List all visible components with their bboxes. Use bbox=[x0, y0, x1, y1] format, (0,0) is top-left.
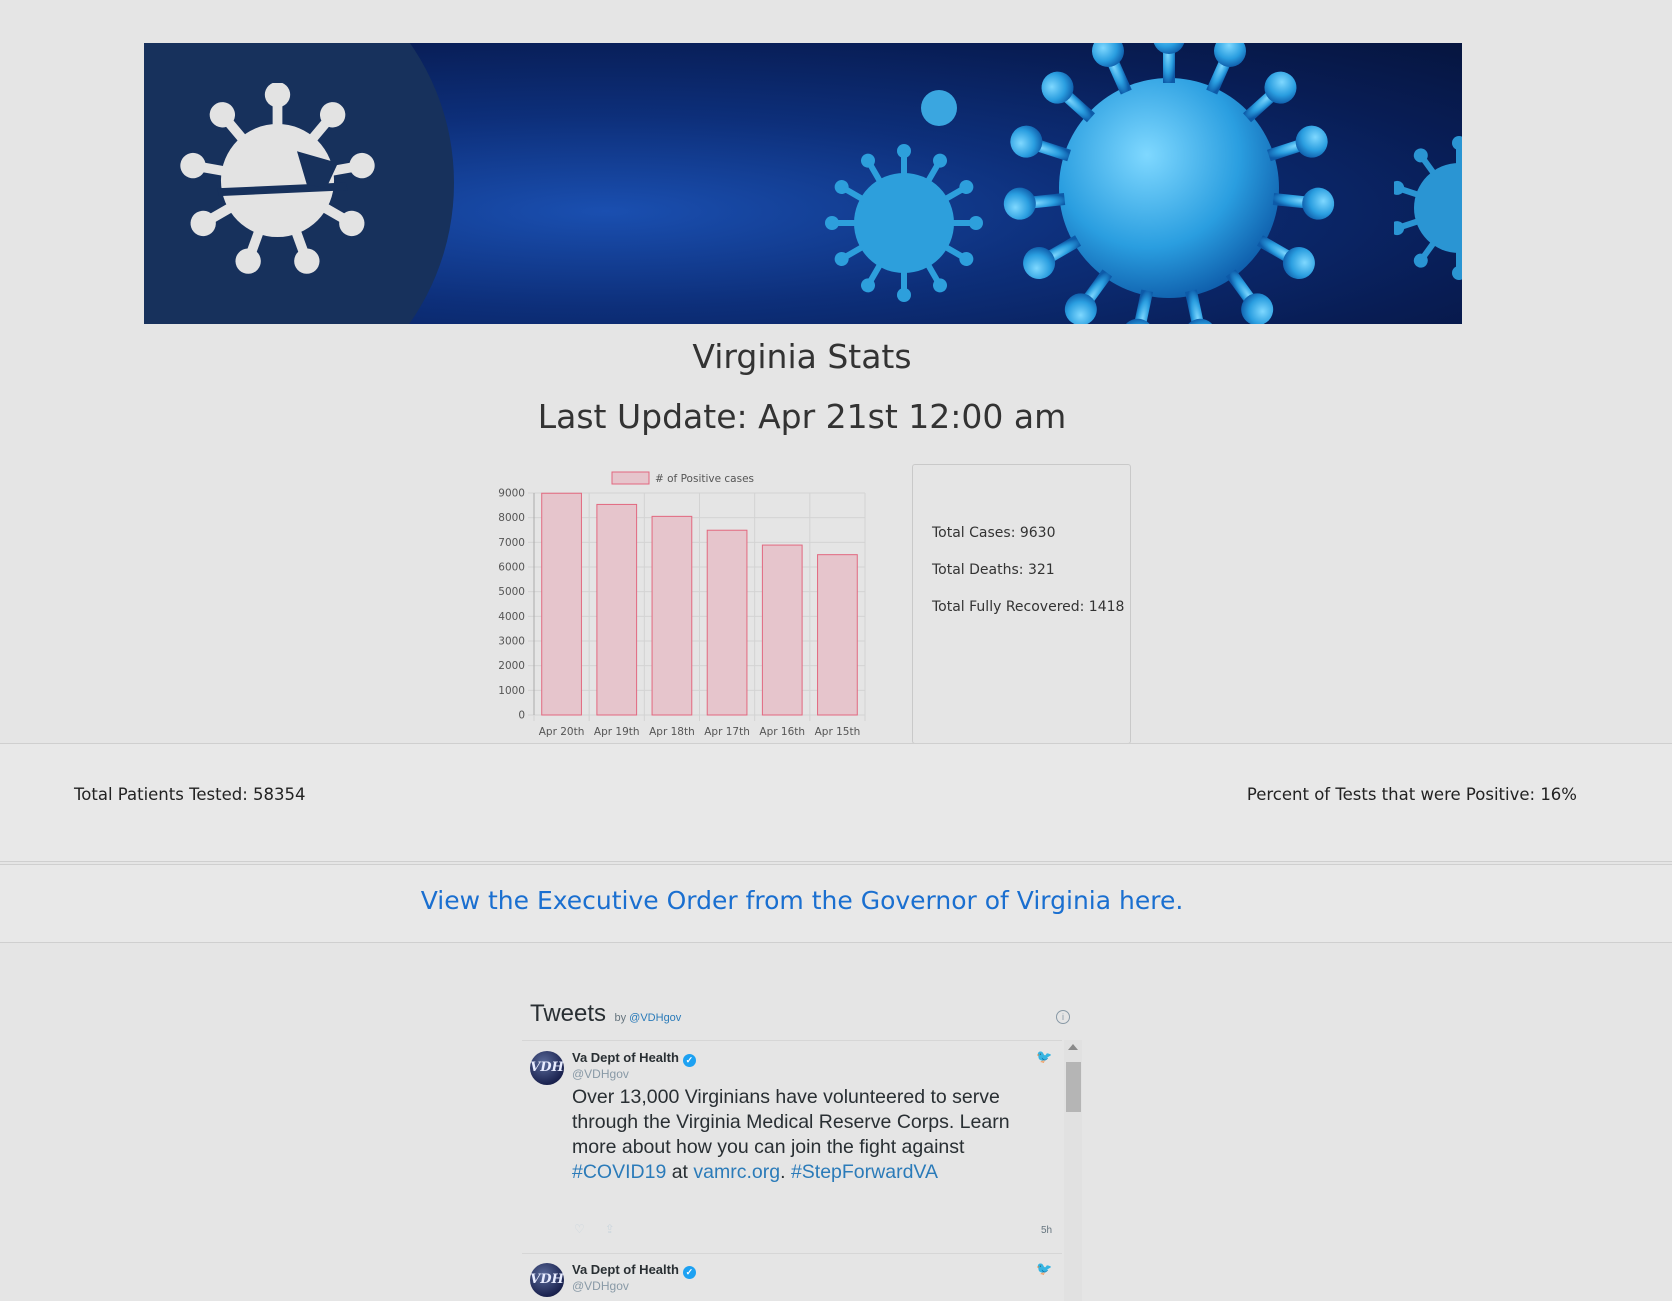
y-tick-label: 5000 bbox=[498, 586, 525, 598]
chart-y-axis: 0 1000 2000 3000 4000 5000 6000 7000 8000 9000 bbox=[498, 488, 525, 722]
percent-tests-positive: Percent of Tests that were Positive: 16% bbox=[1246, 785, 1577, 804]
tweets-by: by @VDHgov bbox=[614, 1012, 681, 1024]
header-banner bbox=[144, 43, 1462, 324]
tweets-by-label: by bbox=[614, 1012, 627, 1024]
bar bbox=[596, 503, 638, 716]
share-icon[interactable]: ⇪ bbox=[605, 1222, 615, 1236]
y-tick-label: 7000 bbox=[498, 537, 525, 549]
info-icon[interactable]: i bbox=[1056, 1010, 1070, 1024]
divider bbox=[0, 942, 1672, 943]
total-recovered: Total Fully Recovered: 1418 bbox=[932, 599, 1125, 615]
tweets-title: Tweets bbox=[530, 1000, 607, 1027]
y-tick-label: 3000 bbox=[498, 636, 525, 648]
hashtag-link[interactable]: #COVID19 bbox=[572, 1161, 666, 1183]
tweet-actions: ♡ ⇪ bbox=[574, 1222, 615, 1236]
tweets-header: Tweets by @VDHgov bbox=[530, 1000, 681, 1028]
tweet-item[interactable]: VDH Va Dept of Health ✓ @VDHgov 🐦 bbox=[522, 1253, 1062, 1301]
x-tick-label: Apr 16th bbox=[759, 726, 805, 738]
tweet-text: Over 13,000 Virginians have volunteered … bbox=[572, 1085, 1022, 1185]
tweet-text-part: Over 13,000 Virginians have volunteered … bbox=[572, 1086, 1010, 1158]
tweet-handle[interactable]: @VDHgov bbox=[572, 1067, 629, 1081]
legend-label: # of Positive cases bbox=[655, 473, 754, 485]
executive-order-link[interactable]: View the Executive Order from the Govern… bbox=[0, 886, 1604, 915]
tweets-list[interactable]: VDH Va Dept of Health ✓ @VDHgov 🐦 Over 13… bbox=[522, 1040, 1062, 1301]
divider bbox=[0, 864, 1672, 865]
bar bbox=[817, 554, 858, 716]
x-tick-label: Apr 18th bbox=[649, 726, 695, 738]
virus-illustration-large bbox=[1002, 43, 1336, 324]
virginia-virus-logo bbox=[180, 83, 375, 278]
y-tick-label: 8000 bbox=[498, 512, 525, 524]
legend-swatch bbox=[611, 471, 650, 485]
tweet-author[interactable]: Va Dept of Health ✓ bbox=[572, 1262, 696, 1279]
tweet-author-name: Va Dept of Health bbox=[572, 1050, 679, 1065]
positive-cases-bar-chart: 0 1000 2000 3000 4000 5000 6000 7000 8000 9000 Ap… bbox=[498, 471, 866, 738]
y-tick-label: 9000 bbox=[498, 488, 525, 500]
bar bbox=[651, 515, 693, 716]
twitter-bird-icon[interactable]: 🐦 bbox=[1036, 1049, 1052, 1065]
y-tick-label: 4000 bbox=[498, 611, 525, 623]
total-patients-tested: Total Patients Tested: 58354 bbox=[74, 785, 306, 804]
bar bbox=[541, 492, 582, 716]
total-cases: Total Cases: 9630 bbox=[932, 525, 1056, 541]
y-tick-label: 6000 bbox=[498, 562, 525, 574]
tweet-author[interactable]: Va Dept of Health ✓ bbox=[572, 1050, 696, 1067]
last-update-heading: Last Update: Apr 21st 12:00 am bbox=[537, 397, 1067, 436]
tweet-timestamp[interactable]: 5h bbox=[1041, 1225, 1052, 1236]
virus-illustration-tiny bbox=[921, 90, 957, 126]
heart-icon[interactable]: ♡ bbox=[574, 1222, 585, 1236]
tweet-handle[interactable]: @VDHgov bbox=[572, 1279, 629, 1293]
y-tick-label: 1000 bbox=[498, 685, 525, 697]
chart-legend[interactable]: # of Positive cases bbox=[611, 471, 754, 485]
verified-badge-icon: ✓ bbox=[682, 1054, 696, 1067]
virus-illustration-small bbox=[1394, 136, 1462, 280]
total-deaths: Total Deaths: 321 bbox=[932, 562, 1055, 578]
divider bbox=[0, 861, 1672, 862]
hashtag-link[interactable]: #StepForwardVA bbox=[791, 1161, 938, 1183]
chart-x-axis: Apr 20th Apr 19th Apr 18th Apr 17th Apr 16th… bbox=[539, 726, 860, 738]
x-tick-label: Apr 17th bbox=[704, 726, 750, 738]
tweet-text-part: . bbox=[780, 1161, 791, 1183]
scrollbar-thumb[interactable] bbox=[1066, 1062, 1081, 1112]
verified-badge-icon: ✓ bbox=[682, 1266, 696, 1279]
x-tick-label: Apr 15th bbox=[815, 726, 861, 738]
page-title: Virginia Stats bbox=[692, 337, 912, 376]
x-tick-label: Apr 19th bbox=[594, 726, 640, 738]
twitter-bird-icon[interactable]: 🐦 bbox=[1036, 1261, 1052, 1277]
virus-illustration-medium bbox=[825, 144, 983, 302]
avatar[interactable]: VDH bbox=[530, 1051, 564, 1085]
bar bbox=[706, 529, 748, 716]
x-tick-label: Apr 20th bbox=[539, 726, 585, 738]
tweet-url-link[interactable]: vamrc.org bbox=[693, 1161, 780, 1183]
y-tick-label: 0 bbox=[518, 710, 525, 722]
scroll-up-arrow-icon[interactable] bbox=[1068, 1044, 1078, 1050]
tweet-item[interactable]: VDH Va Dept of Health ✓ @VDHgov 🐦 Over 13… bbox=[522, 1041, 1062, 1254]
avatar[interactable]: VDH bbox=[530, 1263, 564, 1297]
bar bbox=[761, 544, 803, 716]
tweets-handle-link[interactable]: @VDHgov bbox=[629, 1012, 681, 1024]
twitter-timeline-widget: Tweets by @VDHgov i VDH Va Dept of Healt… bbox=[522, 990, 1084, 1301]
tweet-text-part: at bbox=[666, 1161, 694, 1183]
y-tick-label: 2000 bbox=[498, 660, 525, 672]
stats-summary-box: Total Cases: 9630 Total Deaths: 321 Tota… bbox=[912, 464, 1131, 744]
tweets-scrollbar[interactable] bbox=[1064, 1040, 1082, 1301]
tweet-author-name: Va Dept of Health bbox=[572, 1262, 679, 1277]
divider bbox=[0, 743, 1672, 744]
